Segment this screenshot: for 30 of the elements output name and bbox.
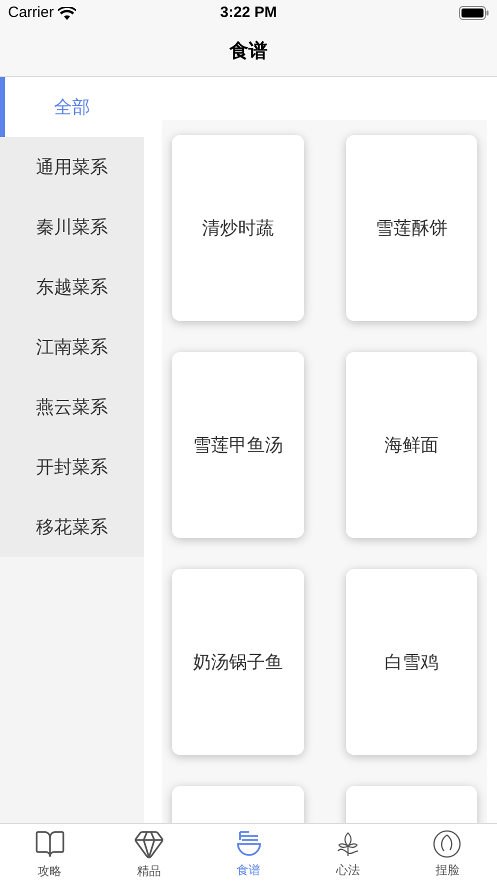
recipe-card[interactable]: 雪莲酥饼	[346, 135, 477, 321]
recipe-card[interactable]: 奶汤锅子鱼	[172, 569, 304, 755]
tab-bar-item[interactable]: 食谱	[198, 824, 298, 883]
category-item[interactable]: 全部	[0, 77, 144, 137]
category-item[interactable]: 通用菜系	[0, 137, 144, 197]
recipe-card[interactable]: 海鲜面	[346, 352, 477, 538]
tab-bar-item[interactable]: 攻略	[0, 824, 100, 883]
category-item[interactable]: 江南菜系	[0, 317, 144, 377]
category-item[interactable]: 移花菜系	[0, 497, 144, 557]
category-item[interactable]: 开封菜系	[0, 437, 144, 497]
tab-bar-item[interactable]: 心法	[298, 824, 398, 883]
status-time: 3:22 PM	[220, 2, 277, 23]
recipe-name: 海鲜面	[384, 434, 438, 458]
recipe-card[interactable]: 白雪鸡	[346, 569, 477, 755]
category-item[interactable]: 秦川菜系	[0, 197, 144, 257]
carrier-label: Carrier	[8, 2, 54, 23]
recipe-name: 白雪鸡	[384, 650, 438, 674]
recipe-card[interactable]: 清炒时蔬	[172, 135, 304, 321]
category-item[interactable]: 东越菜系	[0, 257, 144, 317]
recipe-name: 雪莲甲鱼汤	[192, 434, 283, 458]
category-item[interactable]: 燕云菜系	[0, 377, 144, 437]
tab-bar-item[interactable]: 精品	[99, 824, 199, 883]
tab-bar-item[interactable]: 捏脸	[398, 824, 497, 883]
recipe-name: 清炒时蔬	[202, 216, 274, 240]
page-title: 食谱	[230, 38, 268, 64]
battery-icon	[459, 6, 489, 20]
recipe-name: 奶汤锅子鱼	[192, 650, 283, 674]
recipe-card[interactable]: 雪莲甲鱼汤	[172, 352, 304, 538]
wifi-icon	[58, 6, 76, 20]
recipe-name: 雪莲酥饼	[375, 216, 448, 240]
